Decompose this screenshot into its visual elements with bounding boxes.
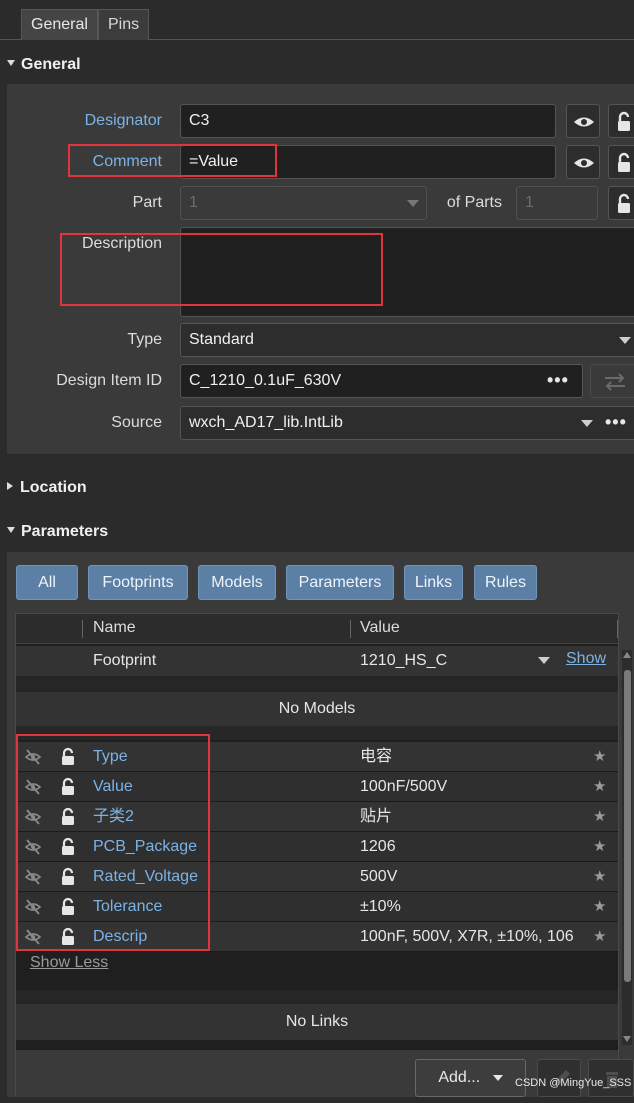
filter-footprints-button[interactable]: Footprints	[88, 565, 188, 600]
more-options-icon[interactable]: •••	[605, 407, 627, 437]
part-select[interactable]: 1	[180, 186, 427, 220]
description-highlight-box	[60, 233, 383, 306]
star-icon[interactable]: ★	[593, 862, 606, 892]
column-divider	[82, 620, 83, 638]
collapse-triangle-icon	[7, 60, 15, 67]
no-links-label: No Links	[16, 1004, 618, 1040]
footprint-value: 1210_HS_C	[360, 652, 448, 669]
comment-lock-button[interactable]	[608, 145, 634, 179]
of-parts-input[interactable]: 1	[516, 186, 598, 220]
parameter-value: 500V	[360, 868, 398, 885]
part-label: Part	[132, 194, 162, 211]
filter-links-button[interactable]: Links	[404, 565, 463, 600]
lock-icon	[618, 111, 630, 131]
collapse-triangle-icon	[7, 527, 15, 534]
star-icon[interactable]: ★	[593, 772, 606, 802]
show-less-link[interactable]: Show Less	[30, 954, 108, 972]
lock-icon	[618, 193, 630, 213]
design-item-id-value: C_1210_0.1uF_630V	[189, 372, 342, 389]
filter-rules-button[interactable]: Rules	[474, 565, 537, 600]
eye-icon	[574, 117, 594, 127]
more-options-icon[interactable]: •••	[547, 365, 569, 395]
lock-icon	[618, 152, 630, 172]
chevron-down-icon	[619, 337, 631, 344]
source-label: Source	[111, 414, 162, 431]
chevron-down-icon	[492, 1074, 503, 1081]
comment-visibility-button[interactable]	[566, 145, 600, 179]
designator-lock-button[interactable]	[608, 104, 634, 138]
section-location-header[interactable]: Location	[7, 477, 87, 499]
chevron-down-icon	[581, 420, 593, 427]
column-divider	[350, 620, 351, 638]
swap-arrows-icon	[605, 373, 625, 391]
source-select[interactable]: wxch_AD17_lib.IntLib •••	[180, 406, 634, 440]
section-location-title: Location	[20, 479, 87, 496]
parameter-value: 贴片	[360, 808, 393, 825]
design-item-id-label: Design Item ID	[56, 372, 162, 389]
footprint-row[interactable]: Footprint 1210_HS_C Show	[16, 646, 618, 676]
designator-label: Designator	[84, 112, 162, 129]
no-models-label: No Models	[16, 692, 618, 726]
type-select[interactable]: Standard	[180, 323, 634, 357]
star-icon[interactable]: ★	[593, 892, 606, 922]
tab-general[interactable]: General	[21, 9, 98, 40]
designator-visibility-button[interactable]	[566, 104, 600, 138]
column-header-name[interactable]: Name	[93, 619, 136, 637]
filter-all-button[interactable]: All	[16, 565, 78, 600]
filter-parameters-button[interactable]: Parameters	[286, 565, 394, 600]
star-icon[interactable]: ★	[593, 922, 606, 952]
type-value: Standard	[189, 331, 254, 348]
star-icon[interactable]: ★	[593, 742, 606, 772]
swap-button[interactable]	[590, 364, 634, 398]
add-button-label: Add...	[438, 1069, 481, 1086]
parameter-value: 1206	[360, 838, 396, 855]
of-parts-label: of Parts	[446, 194, 502, 211]
star-icon[interactable]: ★	[593, 802, 606, 832]
type-label: Type	[127, 331, 162, 348]
parameter-value: 电容	[360, 748, 393, 765]
parameter-value: 100nF/500V	[360, 778, 448, 795]
designator-input[interactable]: C3	[180, 104, 556, 138]
row-gap	[16, 990, 618, 1004]
column-divider	[617, 620, 618, 638]
footprint-name: Footprint	[93, 652, 157, 669]
parameter-value: ±10%	[360, 898, 401, 915]
row-separator	[16, 951, 618, 952]
parameter-value: 100nF, 500V, X7R, ±10%, 106	[360, 928, 574, 945]
part-lock-button[interactable]	[608, 186, 634, 220]
design-item-id-input[interactable]: C_1210_0.1uF_630V •••	[180, 364, 583, 398]
section-general-header[interactable]: General	[7, 54, 81, 76]
scroll-up-icon[interactable]	[623, 652, 631, 658]
source-value: wxch_AD17_lib.IntLib	[189, 414, 343, 431]
column-header-value[interactable]: Value	[360, 619, 400, 637]
part-value: 1	[189, 194, 198, 211]
expand-triangle-icon	[7, 482, 13, 491]
section-parameters-title: Parameters	[21, 523, 109, 540]
scroll-down-icon[interactable]	[623, 1036, 631, 1042]
row-gap	[16, 676, 618, 692]
show-link[interactable]: Show	[566, 644, 606, 674]
chevron-down-icon	[407, 200, 419, 207]
add-button[interactable]: Add...	[415, 1059, 526, 1097]
eye-icon	[574, 158, 594, 168]
section-general-title: General	[21, 56, 81, 73]
comment-highlight-box	[68, 144, 277, 177]
scrollbar-thumb[interactable]	[624, 670, 631, 982]
section-parameters-header[interactable]: Parameters	[7, 521, 108, 543]
chevron-down-icon[interactable]	[538, 657, 550, 664]
action-bar	[16, 1050, 618, 1097]
parameters-highlight-box	[16, 734, 210, 951]
star-icon[interactable]: ★	[593, 832, 606, 862]
watermark-text: CSDN @MingYue_SSS	[515, 1077, 632, 1089]
tab-pins[interactable]: Pins	[98, 9, 150, 40]
filter-models-button[interactable]: Models	[198, 565, 276, 600]
